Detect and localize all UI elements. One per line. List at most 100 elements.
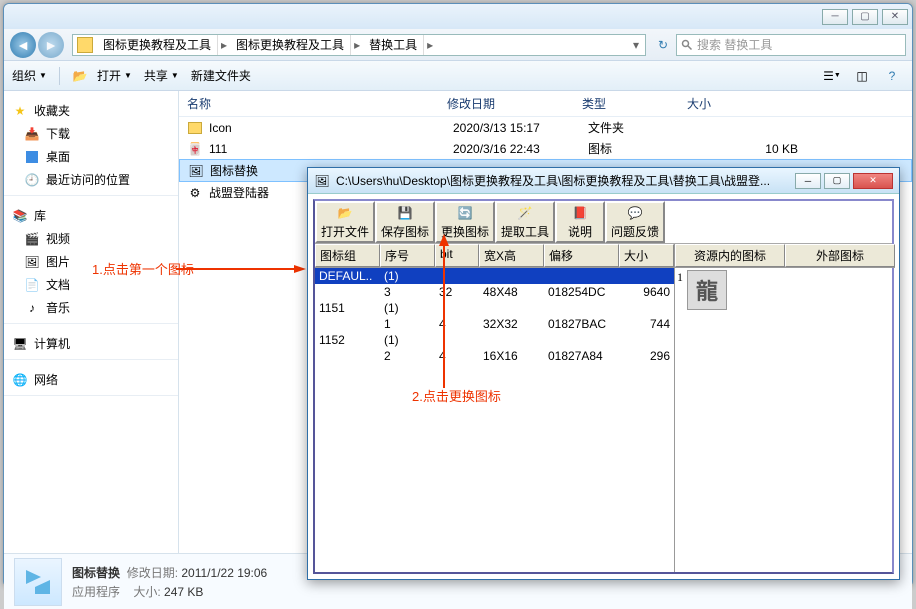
status-name: 图标替换 [72,566,120,580]
file-size: 10 KB [693,142,798,156]
arrow-1-icon [176,262,306,270]
status-type: 应用程序 [72,585,120,599]
documents-icon: 📄 [24,277,40,293]
status-date: 2011/1/22 19:06 [181,566,267,580]
explorer-titlebar: ─ ▢ ✕ [4,4,912,29]
sidebar-item-videos[interactable]: 🎬视频 [4,227,178,250]
icon-grid: 图标组 序号 bit 宽X高 偏移 大小 DEFAUL..(1)33248X48… [315,244,675,572]
resource-col-inner[interactable]: 资源内的图标 [675,244,785,267]
address-bar-row: ◄ ► 图标更换教程及工具▸ 图标更换教程及工具▸ 替换工具▸ ▾ ↻ 搜索 替… [4,29,912,61]
grid-row[interactable]: DEFAUL..(1) [315,268,674,284]
organize-menu[interactable]: 组织 ▼ [12,67,47,84]
grid-row[interactable]: 2416X1601827A84296 [315,348,674,364]
file-date: 2020/3/13 15:17 [453,121,588,135]
sidebar-item-recent[interactable]: 🕘最近访问的位置 [4,168,178,191]
forward-button[interactable]: ► [38,32,64,58]
file-type: 文件夹 [588,119,693,136]
file-type: 图标 [588,140,693,157]
file-row[interactable]: 🀄 1112020/3/16 22:43图标10 KB [179,138,912,159]
file-icon: 🖼 [188,163,204,179]
wand-icon: 🪄 [516,204,534,222]
video-icon: 🎬 [24,231,40,247]
explorer-toolbar: 组织 ▼ 📂打开 ▼ 共享 ▼ 新建文件夹 ☰ ▼ ◫ ? [4,61,912,91]
star-icon: ★ [12,103,28,119]
network-icon: 🌐 [12,372,28,388]
arrow-2-icon [439,234,449,388]
music-icon: ♪ [24,300,40,316]
app-icon: 🖼 [314,173,330,189]
view-button[interactable]: ☰ ▼ [820,66,844,86]
save-icon: 💾 [396,204,414,222]
resource-icon-preview[interactable]: 龍 [687,270,727,310]
resource-col-outer[interactable]: 外部图标 [785,244,895,267]
grid-row[interactable]: 1151(1) [315,300,674,316]
grid-row[interactable]: 1432X3201827BAC744 [315,316,674,332]
search-input[interactable]: 搜索 替换工具 [676,34,906,56]
breadcrumb[interactable]: 图标更换教程及工具 [97,35,218,55]
feedback-button[interactable]: 💬问题反馈 [605,201,665,243]
breadcrumb[interactable]: 图标更换教程及工具 [230,35,351,55]
favorites-group[interactable]: ★收藏夹 [4,99,178,122]
extract-tool-button[interactable]: 🪄提取工具 [495,201,555,243]
feedback-icon: 💬 [626,204,644,222]
grid-col-group[interactable]: 图标组 [315,244,380,267]
minimize-button[interactable]: ─ [822,9,848,25]
column-name[interactable]: 名称 [187,95,447,112]
annotation-2: 2.点击更换图标 [412,386,501,405]
tool-maximize-button[interactable]: ▢ [824,173,850,189]
file-date: 2020/3/16 22:43 [453,142,588,156]
help-button[interactable]: 📕说明 [555,201,605,243]
preview-pane-button[interactable]: ◫ [850,66,874,86]
sidebar-item-downloads[interactable]: 📥下载 [4,122,178,145]
grid-col-size[interactable]: 大小 [619,244,674,267]
tool-toolbar: 📂打开文件 💾保存图标 🔄更换图标 🪄提取工具 📕说明 💬问题反馈 [315,201,892,244]
breadcrumb[interactable]: 替换工具 [363,35,424,55]
sidebar-item-desktop[interactable]: 桌面 [4,145,178,168]
desktop-icon [24,149,40,165]
close-button[interactable]: ✕ [882,9,908,25]
file-icon: 🀄 [187,141,203,157]
grid-row[interactable]: 1152(1) [315,332,674,348]
folder-icon [77,37,93,53]
grid-row[interactable]: 33248X48018254DC9640 [315,284,674,300]
libraries-group[interactable]: 📚库 [4,204,178,227]
tool-minimize-button[interactable]: ─ [795,173,821,189]
column-size[interactable]: 大小 [687,95,792,112]
address-bar[interactable]: 图标更换教程及工具▸ 图标更换教程及工具▸ 替换工具▸ ▾ [72,34,646,56]
file-name: 111 [209,142,453,156]
tool-titlebar: 🖼 C:\Users\hu\Desktop\图标更换教程及工具\图标更换教程及工… [308,168,899,194]
book-icon: 📕 [571,204,589,222]
download-icon: 📥 [24,126,40,142]
grid-col-offset[interactable]: 偏移 [544,244,619,267]
save-icon-button[interactable]: 💾保存图标 [375,201,435,243]
maximize-button[interactable]: ▢ [852,9,878,25]
computer-icon: 🖥 [12,336,28,352]
dropdown-icon[interactable]: ▾ [627,38,645,52]
back-button[interactable]: ◄ [10,32,36,58]
sidebar: ★收藏夹 📥下载 桌面 🕘最近访问的位置 📚库 🎬视频 🖼图片 📄文档 ♪音乐 … [4,91,179,553]
sidebar-item-music[interactable]: ♪音乐 [4,296,178,319]
open-file-button[interactable]: 📂打开文件 [315,201,375,243]
network-group[interactable]: 🌐网络 [4,368,178,391]
refresh-button[interactable]: ↻ [652,34,674,56]
file-row[interactable]: Icon2020/3/13 15:17文件夹 [179,117,912,138]
new-folder-button[interactable]: 新建文件夹 [191,67,251,84]
search-placeholder: 搜索 替换工具 [697,36,772,53]
column-date[interactable]: 修改日期 [447,95,582,112]
column-type[interactable]: 类型 [582,95,687,112]
tool-close-button[interactable]: ✕ [853,173,893,189]
computer-group[interactable]: 🖥计算机 [4,332,178,355]
help-button[interactable]: ? [880,66,904,86]
icon-replace-window: 🖼 C:\Users\hu\Desktop\图标更换教程及工具\图标更换教程及工… [307,167,900,580]
resource-panel: 资源内的图标 外部图标 1 龍 [675,244,895,572]
replace-icon: 🔄 [456,204,474,222]
grid-col-wh[interactable]: 宽X高 [479,244,544,267]
open-menu[interactable]: 📂打开 ▼ [72,67,132,84]
grid-col-index[interactable]: 序号 [380,244,435,267]
resource-index: 1 [677,270,687,310]
share-menu[interactable]: 共享 ▼ [144,67,179,84]
file-icon [187,120,203,136]
tool-title-text: C:\Users\hu\Desktop\图标更换教程及工具\图标更换教程及工具\… [336,172,792,189]
file-icon: ⚙ [187,185,203,201]
search-icon [681,39,693,51]
